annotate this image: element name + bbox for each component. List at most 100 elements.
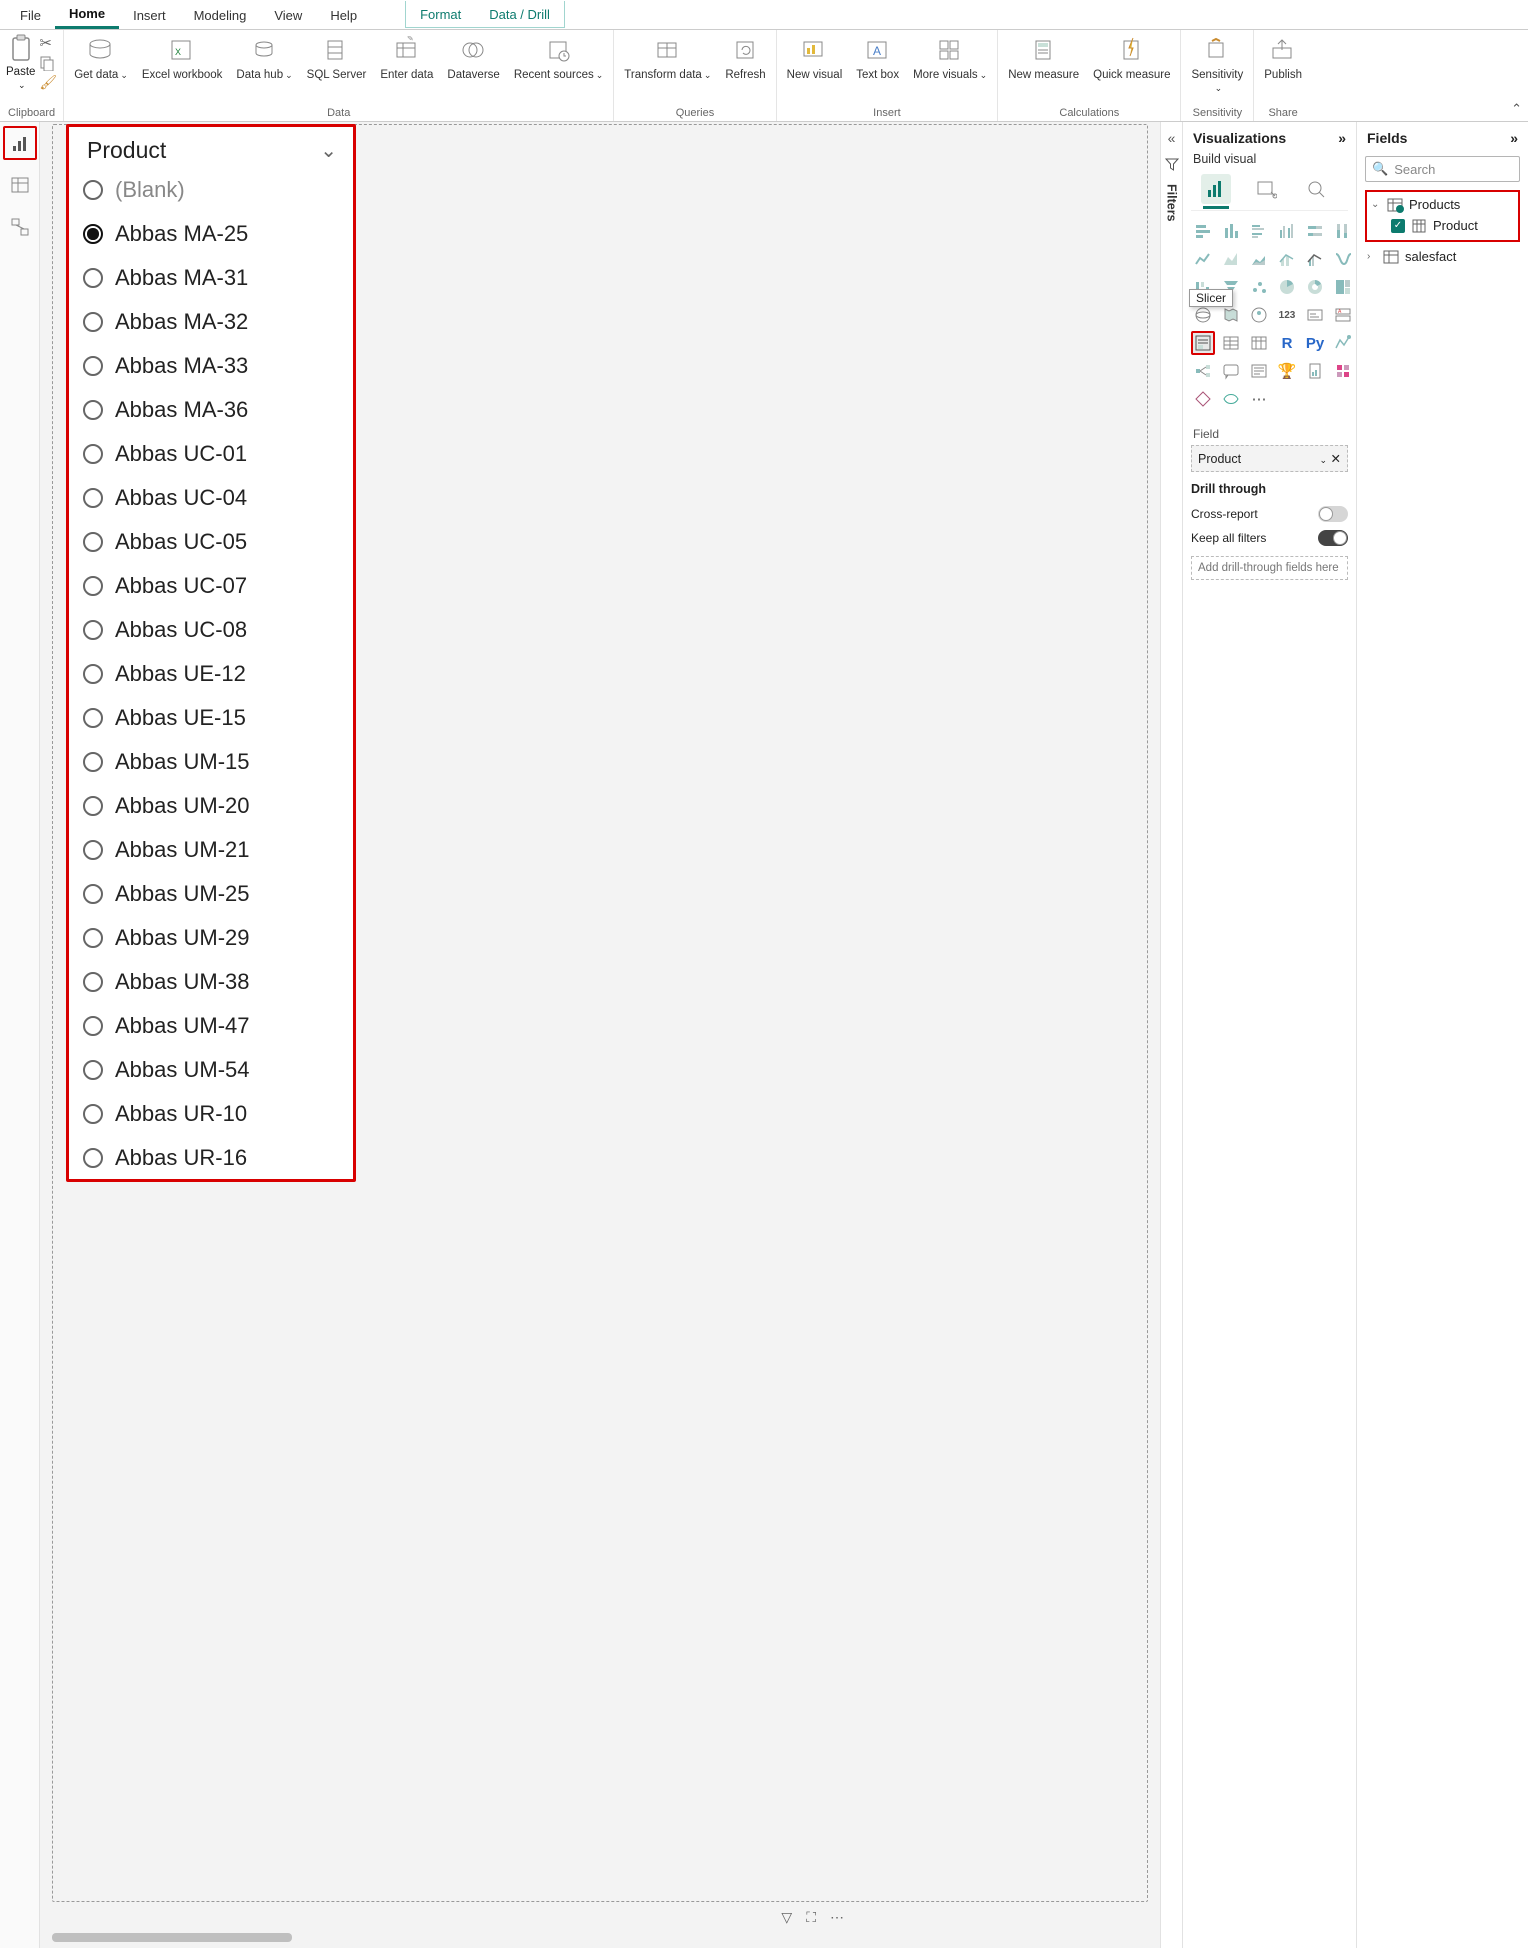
tab-help[interactable]: Help xyxy=(316,2,371,28)
column-product-row[interactable]: ✓ Product xyxy=(1369,215,1516,236)
decomposition-tree-icon[interactable] xyxy=(1191,359,1215,383)
drill-through-add-field[interactable]: Add drill-through fields here xyxy=(1191,556,1348,580)
slicer-item[interactable]: Abbas UM-15 xyxy=(83,740,345,784)
expand-filters-icon[interactable]: « xyxy=(1168,130,1176,146)
get-data-button[interactable]: Get data⌄ xyxy=(70,34,132,84)
radio-icon[interactable] xyxy=(83,180,103,200)
tab-modeling[interactable]: Modeling xyxy=(180,2,261,28)
radio-icon[interactable] xyxy=(83,708,103,728)
radio-icon[interactable] xyxy=(83,444,103,464)
card-icon[interactable] xyxy=(1303,303,1327,327)
multi-row-card-icon[interactable]: A xyxy=(1331,303,1355,327)
new-visual-button[interactable]: New visual xyxy=(783,34,847,84)
transform-data-button[interactable]: Transform data⌄ xyxy=(620,34,715,84)
more-visuals-button[interactable]: More visuals⌄ xyxy=(909,34,991,84)
build-visual-tab[interactable] xyxy=(1201,174,1231,204)
format-visual-tab[interactable] xyxy=(1251,174,1281,204)
qa-visual-icon[interactable] xyxy=(1219,359,1243,383)
pie-icon[interactable] xyxy=(1275,275,1299,299)
line-clustered-column-icon[interactable] xyxy=(1303,247,1327,271)
tab-home[interactable]: Home xyxy=(55,0,119,29)
sql-server-button[interactable]: SQL Server xyxy=(303,34,371,84)
gauge-icon[interactable]: 123 xyxy=(1275,303,1299,327)
radio-icon[interactable] xyxy=(83,356,103,376)
filter-icon[interactable]: ▽ xyxy=(781,1909,792,1926)
smart-narrative-icon[interactable] xyxy=(1247,359,1271,383)
table-salesfact-row[interactable]: › salesfact xyxy=(1365,246,1520,267)
format-painter-icon[interactable]: 🖌 xyxy=(39,74,57,91)
goals-icon[interactable]: 🏆 xyxy=(1275,359,1299,383)
text-box-button[interactable]: A Text box xyxy=(852,34,903,84)
slicer-item[interactable]: Abbas MA-36 xyxy=(83,388,345,432)
power-automate-icon[interactable] xyxy=(1191,387,1215,411)
slicer-item[interactable]: Abbas UM-25 xyxy=(83,872,345,916)
azure-map-icon[interactable] xyxy=(1247,303,1271,327)
tab-insert[interactable]: Insert xyxy=(119,2,180,28)
model-view-button[interactable] xyxy=(3,210,37,244)
slicer-item[interactable]: Abbas UM-47 xyxy=(83,1004,345,1048)
python-visual-icon[interactable]: Py xyxy=(1303,331,1327,355)
product-checkbox[interactable]: ✓ xyxy=(1391,219,1405,233)
slicer-item[interactable]: Abbas UE-12 xyxy=(83,652,345,696)
report-canvas[interactable]: Product ⌄ (Blank)Abbas MA-25Abbas MA-31A… xyxy=(40,122,1160,1948)
slicer-item[interactable]: Abbas UR-10 xyxy=(83,1092,345,1136)
line-stacked-column-icon[interactable] xyxy=(1275,247,1299,271)
area-chart-icon[interactable] xyxy=(1219,247,1243,271)
keep-all-filters-toggle[interactable]: On xyxy=(1318,530,1348,546)
radio-icon[interactable] xyxy=(83,312,103,332)
matrix-icon[interactable] xyxy=(1247,331,1271,355)
slicer-item[interactable]: Abbas UM-38 xyxy=(83,960,345,1004)
report-view-button[interactable] xyxy=(3,126,37,160)
enter-data-button[interactable]: ✎ Enter data xyxy=(376,34,437,84)
slicer-item[interactable]: Abbas UR-16 xyxy=(83,1136,345,1179)
publish-button[interactable]: Publish xyxy=(1260,34,1306,84)
collapse-fields-icon[interactable]: » xyxy=(1510,130,1518,146)
table-products-row[interactable]: ⌄ Products xyxy=(1369,194,1516,215)
field-well-product[interactable]: Product ⌄ ✕ xyxy=(1191,445,1348,472)
radio-icon[interactable] xyxy=(83,488,103,508)
excel-workbook-button[interactable]: X Excel workbook xyxy=(138,34,227,84)
slicer-visual-icon[interactable] xyxy=(1191,331,1215,355)
radio-icon[interactable] xyxy=(83,928,103,948)
data-view-button[interactable] xyxy=(3,168,37,202)
radio-icon[interactable] xyxy=(83,884,103,904)
refresh-button[interactable]: Refresh xyxy=(721,34,769,84)
power-apps-icon[interactable] xyxy=(1331,359,1355,383)
more-options-icon[interactable]: ⋯ xyxy=(830,1909,844,1926)
slicer-item[interactable]: Abbas UC-04 xyxy=(83,476,345,520)
table-icon[interactable] xyxy=(1219,331,1243,355)
stacked-column-icon[interactable] xyxy=(1219,219,1243,243)
sensitivity-button[interactable]: Sensitivity⌄ xyxy=(1187,34,1247,96)
radio-icon[interactable] xyxy=(83,1016,103,1036)
100-stacked-bar-icon[interactable] xyxy=(1303,219,1327,243)
chevron-down-icon[interactable]: ⌄ xyxy=(1319,455,1327,465)
radio-icon[interactable] xyxy=(83,1060,103,1080)
radio-icon[interactable] xyxy=(83,268,103,288)
cut-icon[interactable]: ✂ xyxy=(39,34,57,52)
slicer-item[interactable]: Abbas UC-01 xyxy=(83,432,345,476)
100-stacked-column-icon[interactable] xyxy=(1331,219,1355,243)
radio-icon[interactable] xyxy=(83,972,103,992)
quick-measure-button[interactable]: Quick measure xyxy=(1089,34,1174,84)
slicer-item[interactable]: Abbas UC-05 xyxy=(83,520,345,564)
radio-icon[interactable] xyxy=(83,796,103,816)
tab-file[interactable]: File xyxy=(6,2,55,28)
focus-mode-icon[interactable]: ⛶ xyxy=(806,1909,816,1926)
paginated-report-icon[interactable] xyxy=(1303,359,1327,383)
radio-icon[interactable] xyxy=(83,1148,103,1168)
slicer-list[interactable]: (Blank)Abbas MA-25Abbas MA-31Abbas MA-32… xyxy=(69,168,353,1179)
paste-button[interactable]: Paste ⌄ xyxy=(6,34,35,91)
radio-icon[interactable] xyxy=(83,532,103,552)
r-visual-icon[interactable]: R xyxy=(1275,331,1299,355)
analytics-tab[interactable] xyxy=(1301,174,1331,204)
radio-icon[interactable] xyxy=(83,400,103,420)
slicer-item[interactable]: Abbas MA-31 xyxy=(83,256,345,300)
stacked-area-icon[interactable] xyxy=(1247,247,1271,271)
slicer-item[interactable]: Abbas MA-32 xyxy=(83,300,345,344)
data-hub-button[interactable]: Data hub⌄ xyxy=(232,34,296,84)
scatter-icon[interactable] xyxy=(1247,275,1271,299)
cross-report-toggle[interactable]: Off xyxy=(1318,506,1348,522)
radio-icon[interactable] xyxy=(83,224,103,244)
dataverse-button[interactable]: Dataverse xyxy=(443,34,503,84)
radio-icon[interactable] xyxy=(83,752,103,772)
